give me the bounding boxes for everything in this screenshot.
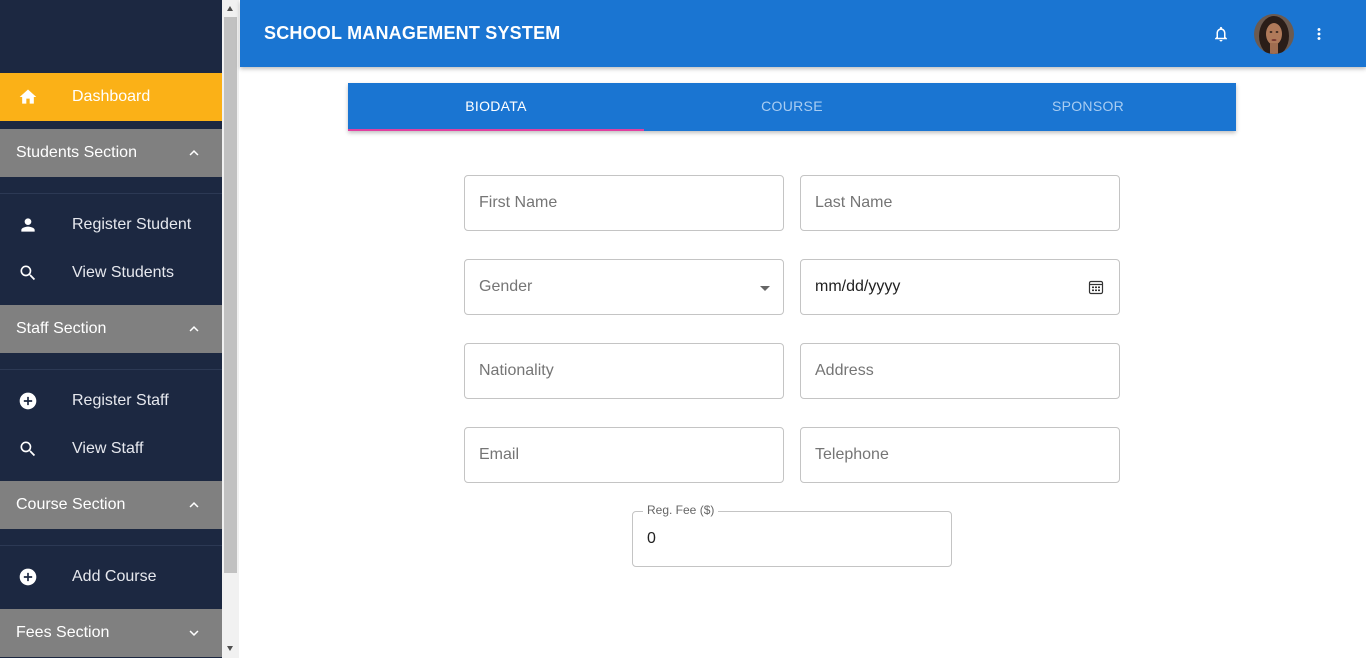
tab-sponsor[interactable]: SPONSOR	[940, 83, 1236, 131]
divider	[0, 369, 222, 370]
sidebar-item-label: Register Student	[72, 216, 192, 233]
home-icon	[19, 89, 37, 104]
form-tabs: BIODATA COURSE SPONSOR	[348, 83, 1236, 131]
scroll-up-arrow-icon[interactable]	[227, 6, 233, 11]
fees-section-header[interactable]: Fees Section	[0, 609, 222, 657]
dropdown-arrow-icon	[760, 286, 770, 291]
telephone-placeholder: Telephone	[815, 446, 889, 463]
section-label: Course Section	[16, 496, 126, 513]
address-field[interactable]: Address	[800, 343, 1120, 399]
sidebar-item-view-students[interactable]: View Students	[0, 249, 222, 297]
section-label: Staff Section	[16, 320, 107, 337]
first-name-field[interactable]: First Name	[464, 175, 784, 231]
date-placeholder: mm/dd/yyyy	[815, 278, 901, 295]
add-circle-icon	[19, 568, 37, 586]
divider	[0, 193, 222, 194]
students-section-header[interactable]: Students Section	[0, 129, 222, 177]
scroll-down-arrow-icon[interactable]	[227, 646, 233, 651]
email-field[interactable]: Email	[464, 427, 784, 483]
tab-indicator	[348, 129, 644, 131]
last-name-placeholder: Last Name	[815, 194, 893, 211]
course-section-header[interactable]: Course Section	[0, 481, 222, 529]
person-icon	[21, 218, 35, 232]
app-bar: SCHOOL MANAGEMENT SYSTEM	[240, 0, 1366, 67]
sidebar-scrollbar[interactable]	[222, 0, 239, 658]
reg-fee-field[interactable]: Reg. Fee ($) 0	[632, 503, 952, 567]
section-label: Students Section	[16, 144, 137, 161]
user-avatar[interactable]	[1254, 14, 1294, 54]
last-name-field[interactable]: Last Name	[800, 175, 1120, 231]
chevron-up-icon	[189, 326, 199, 332]
first-name-placeholder: First Name	[479, 194, 558, 211]
more-vert-icon[interactable]	[1310, 24, 1328, 44]
chevron-up-icon	[189, 502, 199, 508]
avatar-image	[1254, 14, 1294, 54]
sidebar-item-label: View Staff	[72, 440, 144, 457]
sidebar-item-add-course[interactable]: Add Course	[0, 553, 222, 601]
scroll-thumb[interactable]	[224, 17, 237, 573]
search-icon	[20, 441, 36, 457]
nationality-placeholder: Nationality	[479, 362, 554, 379]
reg-fee-label: Reg. Fee ($)	[643, 503, 719, 517]
sidebar-item-label: View Students	[72, 264, 174, 281]
address-placeholder: Address	[815, 362, 874, 379]
date-of-birth-field[interactable]: mm/dd/yyyy	[800, 259, 1120, 315]
section-label: Fees Section	[16, 624, 110, 641]
staff-section-header[interactable]: Staff Section	[0, 305, 222, 353]
sidebar-item-register-staff[interactable]: Register Staff	[0, 377, 222, 425]
gender-placeholder: Gender	[479, 278, 533, 295]
sidebar-item-label: Register Staff	[72, 392, 169, 409]
sidebar-item-label: Dashboard	[72, 88, 151, 105]
tab-biodata[interactable]: BIODATA	[348, 83, 644, 131]
search-icon	[20, 265, 36, 281]
sidebar-item-dashboard[interactable]: Dashboard	[0, 73, 222, 121]
calendar-icon[interactable]	[1088, 279, 1104, 295]
app-title: SCHOOL MANAGEMENT SYSTEM	[264, 23, 561, 43]
sidebar-item-view-staff[interactable]: View Staff	[0, 425, 222, 473]
telephone-field[interactable]: Telephone	[800, 427, 1120, 483]
reg-fee-value: 0	[647, 530, 656, 547]
divider	[0, 545, 222, 546]
add-circle-icon	[19, 392, 37, 410]
email-placeholder: Email	[479, 446, 520, 463]
chevron-down-icon	[189, 630, 199, 636]
bell-icon[interactable]	[1212, 24, 1230, 44]
sidebar-item-register-student[interactable]: Register Student	[0, 201, 222, 249]
sidebar-item-label: Add Course	[72, 568, 157, 585]
tab-course[interactable]: COURSE	[644, 83, 940, 131]
gender-select[interactable]: Gender	[464, 259, 784, 315]
chevron-up-icon	[189, 150, 199, 156]
nationality-field[interactable]: Nationality	[464, 343, 784, 399]
sidebar: Dashboard Students Section Register Stud…	[0, 0, 222, 658]
